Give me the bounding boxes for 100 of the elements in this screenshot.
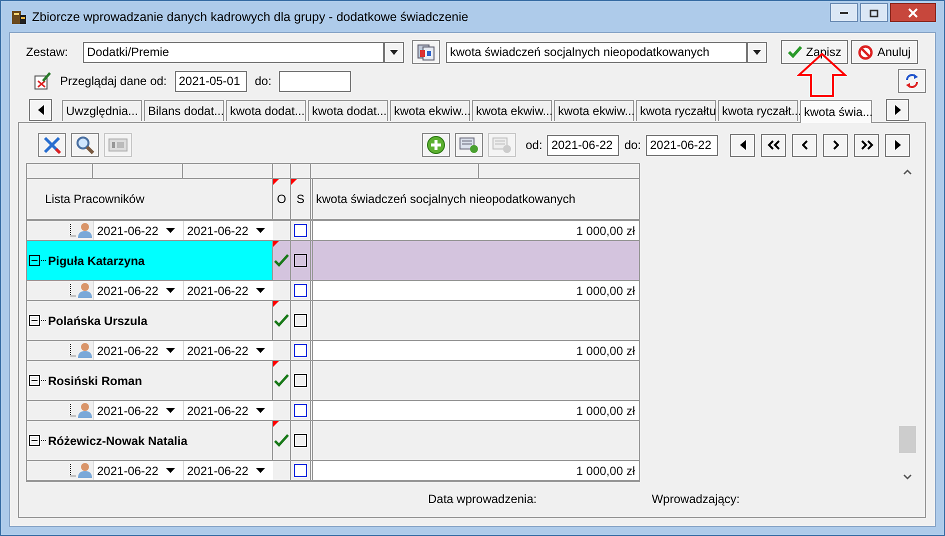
checkbox[interactable]: [294, 254, 307, 267]
column-header[interactable]: O: [273, 179, 291, 219]
tab[interactable]: kwota ryczałt...: [718, 100, 798, 121]
amount-cell[interactable]: 1 000,00 zł: [313, 221, 640, 240]
tree-toggle-icon[interactable]: [29, 435, 47, 446]
tools-button[interactable]: [38, 133, 66, 157]
check-icon: [788, 46, 802, 58]
first-button[interactable]: [730, 134, 755, 156]
checkbox[interactable]: [294, 224, 307, 237]
refresh-button[interactable]: [898, 69, 926, 93]
checkbox[interactable]: [294, 404, 307, 417]
tab[interactable]: kwota ekwiw...: [390, 100, 470, 121]
amount-cell[interactable]: 1 000,00 zł: [313, 281, 640, 300]
date-to-cell[interactable]: 2021-06-22: [183, 221, 273, 240]
add-record-button[interactable]: [454, 133, 483, 157]
amount-cell[interactable]: 1 000,00 zł: [313, 401, 640, 420]
left-triangle-icon: [740, 140, 746, 150]
date-from-cell[interactable]: 2021-06-22: [93, 221, 183, 240]
last-button[interactable]: [885, 134, 910, 156]
date-to-cell[interactable]: 2021-06-22: [183, 461, 273, 480]
amount-cell[interactable]: 1 000,00 zł: [313, 461, 640, 480]
from-date-field[interactable]: 2021-06-22: [547, 134, 620, 156]
date-to-cell[interactable]: 2021-06-22: [183, 281, 273, 300]
set-combo[interactable]: Dodatki/Premie: [83, 42, 384, 62]
chevron-right-icon: [832, 140, 838, 150]
tree-toggle-icon[interactable]: [29, 315, 47, 326]
browse-to-field[interactable]: [279, 70, 352, 92]
date-from-cell[interactable]: 2021-06-22: [93, 341, 183, 360]
checkbox[interactable]: [294, 314, 307, 327]
benefit-combo[interactable]: kwota świadczeń socjalnych nieopodatkowanych: [446, 42, 747, 62]
tree-toggle-icon[interactable]: [29, 255, 47, 266]
column-header[interactable]: S: [291, 179, 313, 219]
double-chevron-right-icon: [860, 140, 874, 150]
app-icon: [11, 8, 27, 24]
column-header[interactable]: Lista Pracowników: [27, 179, 273, 219]
dropdown-button[interactable]: [384, 42, 404, 62]
page-back-button[interactable]: [761, 134, 786, 156]
minimize-button[interactable]: [830, 3, 858, 22]
search-button[interactable]: [71, 133, 99, 157]
left-triangle-icon: [38, 105, 44, 115]
checkbox[interactable]: [294, 434, 307, 447]
tab-scroll-right-button[interactable]: [886, 99, 909, 121]
checkbox[interactable]: [294, 374, 307, 387]
person-icon: [78, 462, 92, 479]
person-icon: [78, 342, 92, 359]
tab[interactable]: Uwzględnia...: [62, 100, 142, 121]
date-from-cell[interactable]: 2021-06-22: [93, 461, 183, 480]
checkbox[interactable]: [294, 284, 307, 297]
tool-button[interactable]: [412, 40, 440, 64]
next-button[interactable]: [823, 134, 848, 156]
tab[interactable]: Bilans dodat...: [144, 100, 224, 121]
search-icon: [75, 135, 95, 155]
close-button[interactable]: [890, 3, 936, 22]
dropdown-button[interactable]: [747, 42, 767, 62]
refresh-icon: [904, 73, 920, 89]
browse-from-field[interactable]: 2021-05-01: [174, 70, 247, 92]
tab[interactable]: kwota ekwiw...: [554, 100, 634, 121]
minimize-icon: [840, 12, 848, 14]
employee-name-cell[interactable]: Różewicz-Nowak Natalia: [27, 421, 273, 460]
date-from-cell[interactable]: 2021-06-22: [93, 281, 183, 300]
tree-toggle-icon[interactable]: [29, 375, 47, 386]
add-button[interactable]: [422, 133, 450, 157]
window-title: Zbiorcze wprowadzanie danych kadrowych dla grupy - dodatkowe świadczenie: [32, 10, 470, 24]
date-to-cell[interactable]: 2021-06-22: [183, 401, 273, 420]
tab[interactable]: kwota dodat...: [308, 100, 388, 121]
tab[interactable]: kwota ryczałtu: [636, 100, 716, 121]
tab[interactable]: kwota dodat...: [226, 100, 306, 121]
person-icon: [78, 402, 92, 419]
entry-date-label: Data wprowadzenia:: [428, 492, 537, 506]
tab[interactable]: kwota świa...: [800, 100, 872, 123]
maximize-button[interactable]: [860, 3, 888, 22]
tab-scroll-left-button[interactable]: [29, 99, 52, 121]
tree-line: [70, 224, 77, 237]
cancel-button[interactable]: Anuluj: [851, 40, 918, 64]
date-to-cell[interactable]: 2021-06-22: [183, 341, 273, 360]
caret-icon: [390, 50, 398, 54]
employee-name-cell[interactable]: Piguła Katarzyna: [27, 241, 273, 280]
tree-line: [70, 284, 77, 297]
set-label: Zestaw:: [25, 45, 70, 59]
column-header[interactable]: kwota świadczeń socjalnych nieopodatkowanych: [313, 179, 640, 219]
previous-button[interactable]: [792, 134, 817, 156]
checkbox[interactable]: [294, 464, 307, 477]
page-forward-button[interactable]: [854, 134, 879, 156]
tab[interactable]: kwota ekwiw...: [472, 100, 552, 121]
caret-icon: [256, 348, 265, 353]
checkbox[interactable]: [294, 344, 307, 357]
card-plus-icon: [458, 136, 479, 154]
right-triangle-icon: [894, 105, 900, 115]
save-button[interactable]: Zapisz: [781, 40, 848, 64]
to-date-field[interactable]: 2021-06-22: [646, 134, 718, 156]
date-from-cell[interactable]: 2021-06-22: [93, 401, 183, 420]
amount-cell[interactable]: 1 000,00 zł: [313, 341, 640, 360]
scrollbar-thumb[interactable]: [899, 426, 916, 454]
caret-icon: [256, 408, 265, 413]
employee-name-cell[interactable]: Polańska Urszula: [27, 301, 273, 340]
numbering-button[interactable]: [104, 133, 132, 157]
employee-name-cell[interactable]: Rosiński Roman: [27, 361, 273, 400]
to-label: do:: [624, 138, 641, 152]
tree-line: [70, 344, 77, 357]
browse-to-label: do:: [254, 74, 272, 88]
